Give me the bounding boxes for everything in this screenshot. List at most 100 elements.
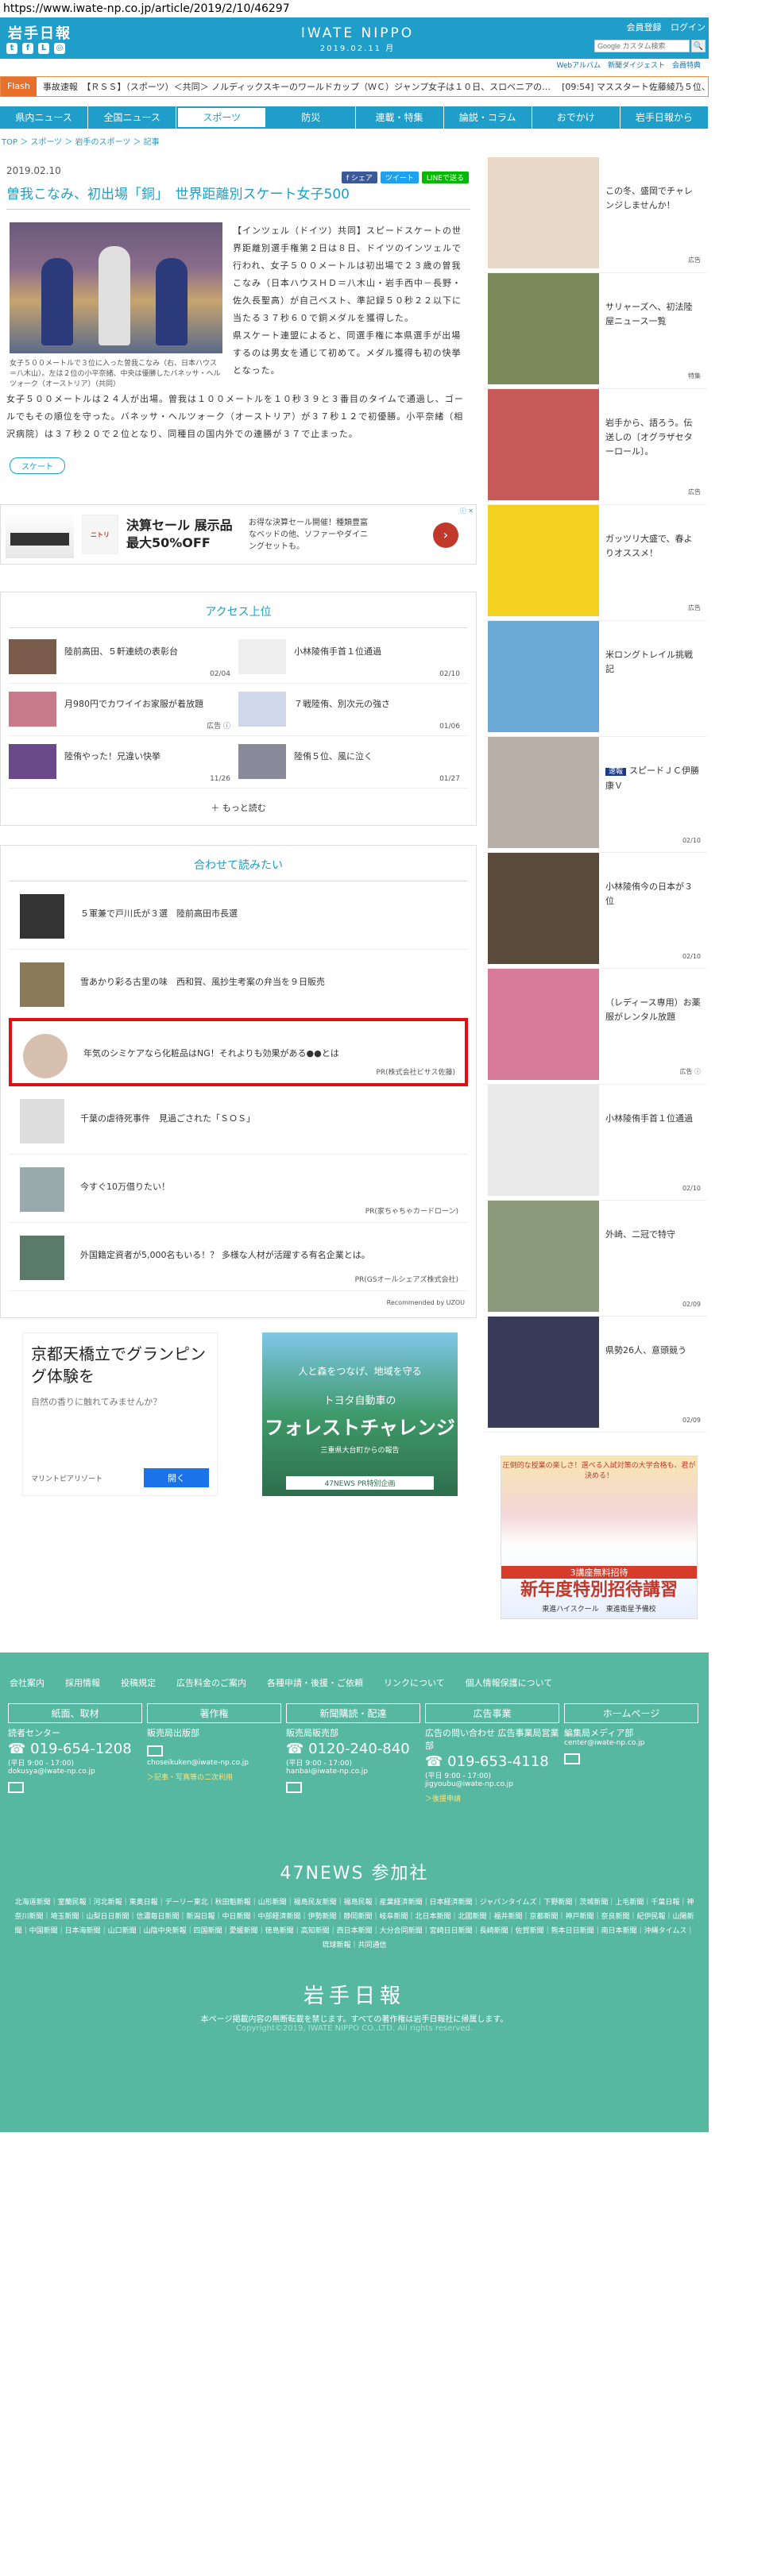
email[interactable]: choseikuken@iwate-np.co.jp [147,1759,281,1767]
ad-headline[interactable]: 決算セール 展示品最大50%OFF [126,517,238,552]
phone-number-text[interactable]: 019-654-1208 [30,1741,132,1757]
search-icon[interactable]: 🔍 [691,40,706,52]
list-item[interactable]: 陸侑５位、風に泣く 01/27 [238,736,468,789]
sub-links[interactable]: Webアルバム 新聞ダイジェスト 会員特典 [0,59,709,73]
item-title[interactable]: 今すぐ10万借りたい！ [80,1180,170,1193]
item-title[interactable]: 外国籍定資者が5,000名もいる！？ 多様な人材が活躍する有名企業とは。 [80,1248,370,1261]
site-logo[interactable]: 岩手日報 [8,22,72,43]
nav-national[interactable]: 全国ニュース [88,106,177,129]
mail-icon[interactable] [147,1745,163,1757]
chevron-right-icon[interactable]: › [433,523,458,548]
facebook-icon[interactable]: f [22,43,33,54]
ad-banner[interactable]: ニトリ 決算セール 展示品最大50%OFF お得な決算セール開催！種類豊富なベッ… [0,504,477,565]
mail-icon[interactable] [564,1753,580,1764]
list-item[interactable]: ５軍兼で戸川氏が３選 陸前高田市長選 [9,881,468,950]
sidebar-item[interactable]: 速報 スピードＪＣ伊勝康Ｖ 02/10 [485,737,707,853]
search-input[interactable] [594,40,690,52]
rss-icon[interactable]: ◎ [54,43,65,54]
footer-link[interactable]: 広告料金のご案内 [176,1676,246,1689]
ad-glamping[interactable]: 京都天橋立でグランピング体験を 自然の香りに触れてみませんか？ マリントピアリゾ… [22,1332,218,1496]
list-item[interactable]: 年気のシミケアなら化粧品はNG！それよりも効果がある●●とは PR(株式会社ビサス… [9,1018,468,1086]
footer-link[interactable]: ＞記事・写真等の二次利用 [147,1772,281,1782]
item-title[interactable]: 月980円でカワイイお家服が着放題 [64,698,232,711]
phone-number-text[interactable]: 019-653-4118 [447,1753,549,1770]
breadcrumb[interactable]: TOP ＞ スポーツ ＞ 岩手のスポーツ ＞ 記事 [0,135,709,147]
item-title[interactable]: 千葉の虐待死事件 見過ごされた「ＳＯＳ」 [80,1112,255,1124]
mail-icon[interactable] [8,1782,24,1793]
list-item[interactable]: 陸侑やった！兄違い快挙 11/26 [9,736,238,789]
sidebar-item[interactable]: 小林陵侑今の日本が３位 02/10 [485,853,707,969]
item-title[interactable]: 小林陵侑手首１位通過 [294,646,462,658]
item-title[interactable]: 小林陵侑今の日本が３位 [605,880,701,908]
tag-skate[interactable]: スケート [10,457,65,474]
item-title[interactable]: 米ロングトレイル挑戦記 [605,648,701,677]
footer-link[interactable]: 投稿規定 [121,1676,156,1689]
mail-icon[interactable] [286,1782,302,1793]
item-title[interactable]: （レディース専用）お薬服がレンタル放題 [605,996,701,1024]
list-item[interactable]: 小林陵侑手首１位通過 02/10 [238,631,468,684]
item-title[interactable]: サリャーズへ、初法陸屋ニュース一覧 [605,300,701,329]
phone-number-text[interactable]: 0120-240-840 [308,1741,410,1757]
ad-toyota[interactable]: 人と森をつなげ、地域を守る トヨタ自動車の フォレストチャレンジ 三重県大台町か… [262,1332,458,1496]
sidebar-item[interactable]: 米ロングトレイル挑戦記 [485,621,707,737]
footer-link[interactable]: 個人情報保護について [466,1676,553,1689]
browser-url[interactable]: https://www.iwate-np.co.jp/article/2019/… [0,0,781,17]
open-button[interactable]: 開く [144,1468,209,1487]
participant-papers[interactable]: 北海道新聞｜室蘭民報｜河北新報｜東奥日報｜デーリー東北｜秋田魁新報｜山形新聞｜福… [0,1884,709,1953]
footer-link[interactable]: 会社案内 [10,1676,44,1689]
item-title[interactable]: 岩手から、語ろう。伝送しの〔オグラザセターロール〕。 [605,416,701,459]
item-title[interactable]: 陸前高田、５軒連続の表彰台 [64,646,232,658]
item-title[interactable]: 外崎、二冠で特守 [605,1228,701,1242]
list-item[interactable]: 今すぐ10万借りたい！ PR(家ちゃちゃカードローン) [9,1155,468,1223]
nav-series[interactable]: 連載・特集 [356,106,444,129]
email[interactable]: hanbai@iwate-np.co.jp [286,1768,420,1776]
item-title[interactable]: 小林陵侑手首１位通過 [605,1112,701,1126]
footer-link[interactable]: 採用情報 [65,1676,100,1689]
item-title[interactable]: ５軍兼で戸川氏が３選 陸前高田市長選 [80,907,238,920]
sidebar-item[interactable]: サリャーズへ、初法陸屋ニュース一覧 特集 [485,273,707,389]
item-title[interactable]: ７戦陸侑、別次元の強さ [294,698,462,711]
list-item[interactable]: ７戦陸侑、別次元の強さ 01/06 [238,684,468,736]
twitter-icon[interactable]: t [6,43,17,54]
line-share-button[interactable]: LINEで送る [421,172,469,183]
nav-outing[interactable]: おでかけ [532,106,621,129]
nav-sports[interactable]: スポーツ [176,106,268,129]
recommended-by[interactable]: Recommended by UZOU [1,1291,476,1306]
nav-from-nippo[interactable]: 岩手日報から [621,106,709,129]
item-title[interactable]: 陸侑５位、風に泣く [294,750,462,763]
adchoices-icon[interactable]: ⓘ ✕ [460,507,474,515]
facebook-share-button[interactable]: f シェア [341,172,377,183]
email[interactable]: center@iwate-np.co.jp [564,1739,698,1747]
item-title[interactable]: 雪あかり彩る古里の味 西和賀、風抄生考案の弁当を９日販売 [80,975,325,988]
item-title[interactable]: 県勢26人、意頭競う [605,1344,701,1358]
ad-headline[interactable]: 京都天橋立でグランピング体験を [31,1343,209,1387]
phone-number[interactable]: ☎ 019-654-1208 [8,1741,142,1757]
item-title[interactable]: 速報 スピードＪＣ伊勝康Ｖ [605,764,701,793]
footer-link[interactable]: ＞後援申請 [425,1793,559,1803]
flash-ticker[interactable]: Flash 事故速報 【ＲＳＳ】（スポーツ）＜共同＞ ノルディックスキーのワール… [0,76,709,97]
item-title[interactable]: この冬、盛岡でチャレンジしませんか！ [605,184,701,213]
list-item[interactable]: 雪あかり彩る古里の味 西和賀、風抄生考案の弁当を９日販売 [9,950,468,1018]
list-item[interactable]: 千葉の虐待死事件 見過ごされた「ＳＯＳ」 [9,1086,468,1155]
line-icon[interactable]: L [38,43,49,54]
sidebar-item[interactable]: ガッツリ大盛で、春よりオススメ！ 広告 [485,505,707,621]
footer-link[interactable]: リンクについて [384,1676,445,1689]
sidebar-item[interactable]: 外崎、二冠で特守 02/09 [485,1201,707,1317]
login-link[interactable]: ログイン [671,22,706,33]
list-item[interactable]: 月980円でカワイイお家服が着放題 広告 ⓘ [9,684,238,736]
nav-column[interactable]: 論説・コラム [444,106,532,129]
phone-number[interactable]: ☎ 0120-240-840 [286,1741,420,1757]
tweet-button[interactable]: ツイート [380,172,419,183]
item-title[interactable]: 年気のシミケアなら化粧品はNG！それよりも効果がある●●とは [83,1047,339,1059]
footer-logo[interactable]: 岩手日報 [0,1980,709,2009]
list-item[interactable]: 陸前高田、５軒連続の表彰台 02/04 [9,631,238,684]
nav-disaster[interactable]: 防災 [267,106,356,129]
read-more-button[interactable]: ＋ もっと読む [1,801,476,814]
email[interactable]: jigyoubu@iwate-np.co.jp [425,1780,559,1788]
sidebar-item[interactable]: この冬、盛岡でチャレンジしませんか！ 広告 [485,157,707,273]
ad-toshin[interactable]: 圧倒的な授業の楽しさ！選べる入試対策の大学合格も、君が決める！ 3講座無料招待 … [501,1456,698,1619]
flash-item[interactable]: 事故速報 【ＲＳＳ】（スポーツ）＜共同＞ ノルディックスキーのワールドカップ（Ｗ… [43,80,551,93]
sidebar-item[interactable]: 小林陵侑手首１位通過 02/10 [485,1085,707,1201]
sidebar-item[interactable]: 岩手から、語ろう。伝送しの〔オグラザセターロール〕。 広告 [485,389,707,505]
item-title[interactable]: 陸侑やった！兄違い快挙 [64,750,232,763]
